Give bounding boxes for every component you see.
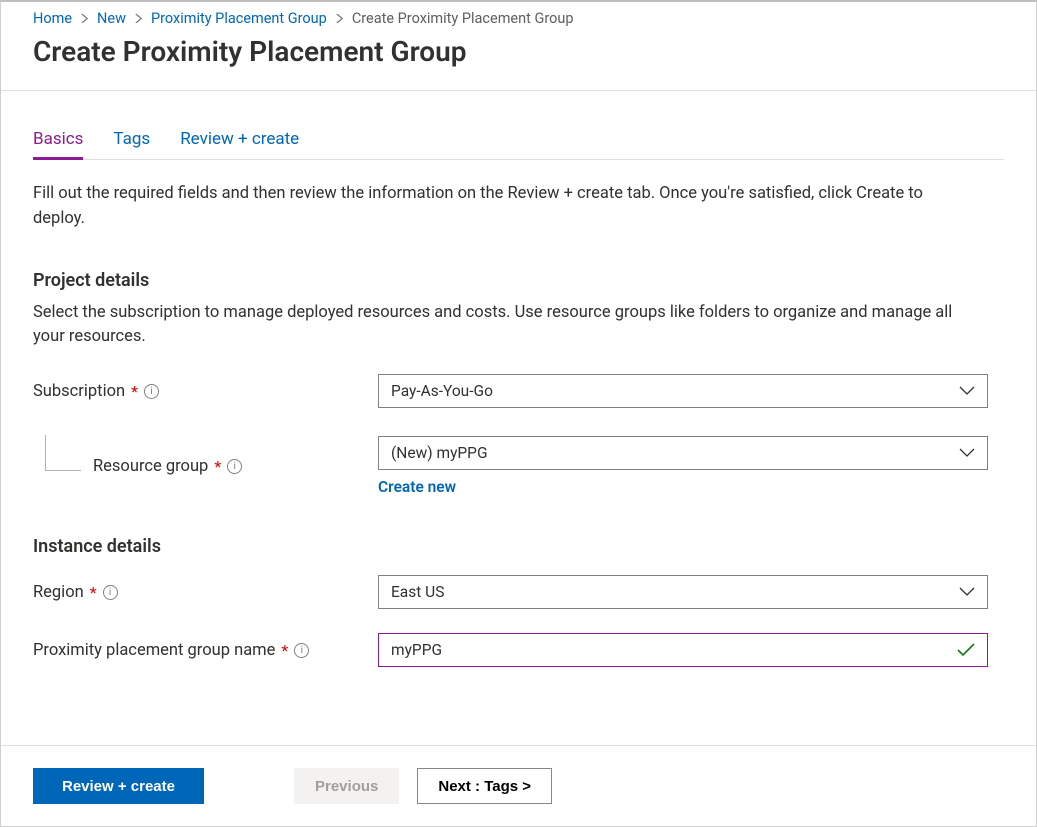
chevron-right-icon	[134, 10, 143, 27]
chevron-right-icon	[80, 10, 89, 27]
required-indicator: *	[131, 382, 138, 401]
create-new-link[interactable]: Create new	[378, 478, 456, 496]
region-label: Region	[33, 583, 84, 602]
breadcrumb-current: Create Proximity Placement Group	[352, 10, 574, 27]
chevron-down-icon	[959, 587, 975, 597]
subscription-value: Pay-As-You-Go	[391, 382, 493, 400]
ppg-name-label: Proximity placement group name	[33, 641, 275, 660]
nav-button-group: Previous Next : Tags >	[294, 768, 552, 804]
checkmark-icon	[957, 643, 975, 657]
intro-text: Fill out the required fields and then re…	[33, 160, 973, 240]
chevron-right-icon	[335, 10, 344, 27]
instance-details-heading: Instance details	[33, 536, 1004, 557]
footer-bar: Review + create Previous Next : Tags >	[1, 745, 1036, 826]
review-create-button[interactable]: Review + create	[33, 768, 204, 804]
breadcrumb-link-home[interactable]: Home	[33, 10, 72, 27]
region-select[interactable]: East US	[378, 575, 988, 609]
region-value: East US	[391, 583, 444, 601]
subscription-label-col: Subscription * i	[33, 382, 378, 401]
required-indicator: *	[281, 641, 288, 660]
page-container: Home New Proximity Placement Group Creat…	[0, 0, 1037, 827]
ppg-name-value: myPPG	[391, 641, 442, 659]
chevron-down-icon	[959, 448, 975, 458]
info-icon[interactable]: i	[294, 643, 309, 658]
tab-basics[interactable]: Basics	[33, 123, 83, 159]
info-icon[interactable]: i	[144, 384, 159, 399]
region-label-col: Region * i	[33, 583, 378, 602]
ppg-name-row: Proximity placement group name * i myPPG	[33, 633, 1004, 667]
resource-group-label-col: Resource group * i	[33, 457, 378, 476]
region-row: Region * i East US	[33, 575, 1004, 609]
next-button[interactable]: Next : Tags >	[417, 768, 552, 804]
chevron-down-icon	[959, 386, 975, 396]
breadcrumb-link-ppg[interactable]: Proximity Placement Group	[151, 10, 327, 27]
required-indicator: *	[214, 457, 221, 476]
project-details-desc: Select the subscription to manage deploy…	[33, 301, 973, 351]
subscription-label: Subscription	[33, 382, 125, 401]
breadcrumb: Home New Proximity Placement Group Creat…	[1, 2, 1036, 31]
info-icon[interactable]: i	[227, 459, 242, 474]
tab-tags[interactable]: Tags	[113, 123, 150, 159]
resource-group-row: Resource group * i (New) myPPG Create ne…	[33, 436, 1004, 496]
page-title: Create Proximity Placement Group	[1, 31, 1036, 90]
resource-group-select[interactable]: (New) myPPG	[378, 436, 988, 470]
tab-review-create[interactable]: Review + create	[180, 123, 299, 159]
content-area: Basics Tags Review + create Fill out the…	[1, 91, 1036, 745]
ppg-name-label-col: Proximity placement group name * i	[33, 641, 378, 660]
project-details-heading: Project details	[33, 270, 1004, 291]
subscription-select[interactable]: Pay-As-You-Go	[378, 374, 988, 408]
required-indicator: *	[90, 583, 97, 602]
subscription-row: Subscription * i Pay-As-You-Go	[33, 374, 1004, 408]
tab-bar: Basics Tags Review + create	[33, 123, 1004, 160]
resource-group-value: (New) myPPG	[391, 444, 488, 462]
breadcrumb-link-new[interactable]: New	[97, 10, 126, 27]
ppg-name-input[interactable]: myPPG	[378, 633, 988, 667]
resource-group-label: Resource group	[93, 457, 208, 476]
info-icon[interactable]: i	[103, 585, 118, 600]
indent-connector	[45, 435, 81, 471]
previous-button: Previous	[294, 768, 399, 804]
